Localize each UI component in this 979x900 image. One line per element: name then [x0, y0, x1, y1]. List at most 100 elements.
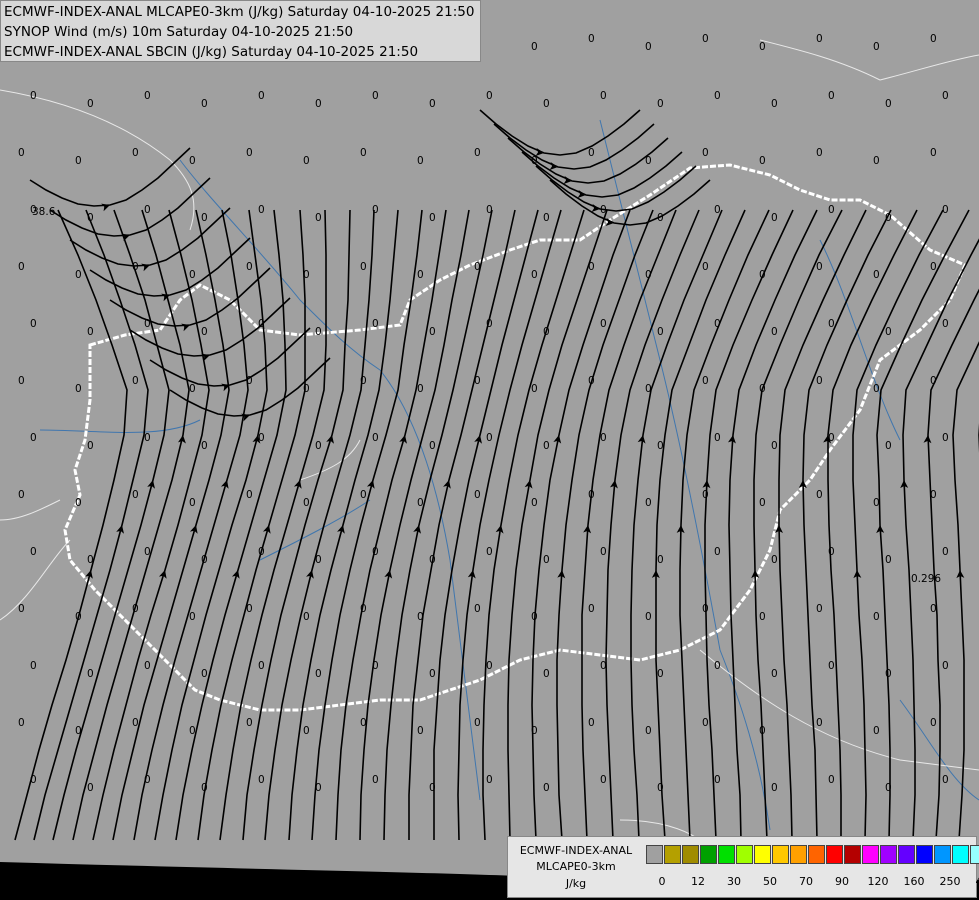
cin-value: 0: [588, 603, 595, 615]
cin-value: 0: [132, 717, 139, 729]
cin-value: 0: [486, 90, 493, 102]
cin-value: 0: [18, 147, 25, 159]
cin-value: 0: [816, 489, 823, 501]
cin-value: 0: [372, 90, 379, 102]
cin-value: 0: [30, 432, 37, 444]
cin-value: 0: [771, 668, 778, 680]
cin-value: 0: [144, 546, 151, 558]
cin-value: 0: [942, 318, 949, 330]
cin-value: 0: [486, 546, 493, 558]
cin-value: 0: [702, 147, 709, 159]
cin-value: 0: [645, 383, 652, 395]
cin-value: 0: [360, 147, 367, 159]
cin-value: 0: [942, 204, 949, 216]
cin-value: 0: [372, 432, 379, 444]
cin-value: 0: [201, 326, 208, 338]
cin-value: 0: [816, 261, 823, 273]
cin-value: 0: [645, 155, 652, 167]
legend-tick: 250: [939, 875, 961, 888]
legend-swatch: [898, 845, 915, 864]
cin-value: 0: [942, 774, 949, 786]
cin-value: 0: [246, 489, 253, 501]
cin-value: 0: [885, 554, 892, 566]
cin-value: 0: [816, 375, 823, 387]
cin-value: 0: [18, 261, 25, 273]
cin-value: 0: [75, 497, 82, 509]
legend-tick: 0: [658, 875, 666, 888]
cin-value: 0: [75, 611, 82, 623]
cin-value: 0: [600, 432, 607, 444]
legend-tick: 70: [799, 875, 813, 888]
legend-swatch: [772, 845, 789, 864]
legend-swatch: [970, 845, 979, 864]
cin-value: 0: [30, 774, 37, 786]
cin-value: 0: [543, 554, 550, 566]
cin-value: 0: [600, 90, 607, 102]
cin-value: 0: [771, 554, 778, 566]
title-sbcin: ECMWF-INDEX-ANAL SBCIN (J/kg) Saturday 0…: [4, 44, 419, 60]
cin-value: 0: [429, 326, 436, 338]
cin-value: 0: [588, 261, 595, 273]
legend-tick: 160: [903, 875, 925, 888]
cin-value: 0: [657, 440, 664, 452]
legend-unit: J/kg: [565, 877, 587, 890]
cin-value: 0: [759, 383, 766, 395]
cin-value: 0: [315, 782, 322, 794]
legend-swatch: [862, 845, 879, 864]
cin-value: 0: [702, 489, 709, 501]
cin-value: 0: [771, 782, 778, 794]
cin-value: 0: [828, 546, 835, 558]
cin-value: 0: [189, 611, 196, 623]
cin-value: 0: [657, 212, 664, 224]
cin-value: 0: [315, 554, 322, 566]
cin-value: 0: [588, 489, 595, 501]
legend-tick: 120: [867, 875, 889, 888]
cin-value: 0: [258, 546, 265, 558]
cin-value: 0: [132, 261, 139, 273]
cin-value: 0: [18, 489, 25, 501]
cin-value: 0: [189, 497, 196, 509]
cin-value: 0: [87, 782, 94, 794]
cin-value: 0: [702, 717, 709, 729]
cin-value: 0: [429, 782, 436, 794]
cin-value: 0: [771, 98, 778, 110]
cin-value: 0: [702, 375, 709, 387]
cin-value: 0: [474, 261, 481, 273]
cin-value: 0: [759, 269, 766, 281]
cin-value: 0: [246, 261, 253, 273]
cin-value: 0: [885, 212, 892, 224]
cin-value: 0: [258, 432, 265, 444]
cin-value: 0: [372, 660, 379, 672]
cin-value: 0: [828, 318, 835, 330]
cin-value: 0: [657, 668, 664, 680]
title-box: ECMWF-INDEX-ANAL MLCAPE0-3km (J/kg) Satu…: [0, 0, 481, 62]
legend-swatch: [700, 845, 717, 864]
cin-value: 0: [474, 489, 481, 501]
cin-value: 0: [75, 725, 82, 737]
legend-swatch: [916, 845, 933, 864]
cin-value: 0: [486, 204, 493, 216]
cin-value: 0: [759, 497, 766, 509]
cin-value: 0: [201, 212, 208, 224]
cin-value: 0: [246, 603, 253, 615]
cin-value: 0: [885, 668, 892, 680]
cin-value: 0: [600, 204, 607, 216]
cin-value: 0: [714, 546, 721, 558]
cin-value: 0: [873, 155, 880, 167]
cin-value: 0: [303, 497, 310, 509]
cin-value: 0: [429, 98, 436, 110]
cin-value: 0: [87, 554, 94, 566]
cin-value: 0: [930, 147, 937, 159]
cin-value: 0: [942, 90, 949, 102]
cin-value: 0: [417, 611, 424, 623]
cin-value: 0: [702, 603, 709, 615]
cin-value: 0: [645, 269, 652, 281]
cin-value: 0: [873, 497, 880, 509]
cin-value: 0: [942, 432, 949, 444]
cin-value: 0: [30, 90, 37, 102]
cin-value: 0: [543, 98, 550, 110]
cin-value: 0: [30, 546, 37, 558]
cin-value: 0: [714, 318, 721, 330]
cin-value: 0: [930, 717, 937, 729]
cin-value: 0: [30, 660, 37, 672]
